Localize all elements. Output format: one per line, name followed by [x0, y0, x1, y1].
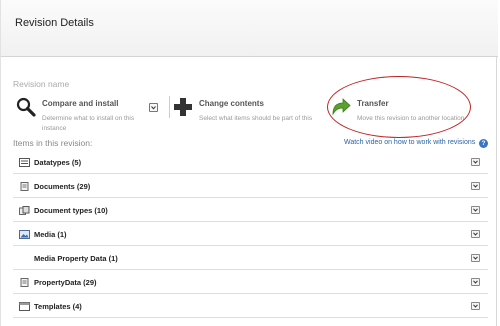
page-title: Revision Details [15, 17, 94, 29]
list-item-templates[interactable]: Templates (4) [13, 294, 488, 318]
list-item-datatypes[interactable]: Datatypes (5) [13, 150, 488, 174]
list-item-document-types[interactable]: Document types (10) [13, 198, 488, 222]
expand-toggle[interactable] [471, 182, 480, 190]
help-icon[interactable]: ? [479, 139, 488, 148]
list-item-label: Datatypes (5) [34, 158, 82, 167]
chevron-down-icon [473, 280, 478, 284]
template-icon [19, 302, 30, 311]
action-divider [169, 96, 170, 118]
list-item-label: Media Property Data (1) [34, 254, 118, 263]
chevron-down-icon [473, 304, 478, 308]
list-item-media[interactable]: Media (1) [13, 222, 488, 246]
list-item-label: Document types (10) [34, 206, 108, 215]
expand-toggle[interactable] [471, 206, 480, 214]
expand-toggle[interactable] [471, 278, 480, 286]
datatype-icon [19, 158, 30, 167]
chevron-down-icon [473, 232, 478, 236]
action-description: Determine what to install on this instan… [42, 115, 135, 132]
list-item-label: PropertyData (29) [34, 278, 97, 287]
list-item-label: Media (1) [34, 230, 67, 239]
document-types-icon [19, 206, 30, 215]
expand-toggle[interactable] [471, 302, 480, 310]
expand-toggle[interactable] [471, 254, 480, 262]
list-item-documents[interactable]: Documents (29) [13, 174, 488, 198]
plus-icon [174, 98, 192, 116]
list-item-label: Templates (4) [34, 302, 82, 311]
panel-header: Revision Details [1, 0, 498, 57]
magnifier-icon [16, 97, 36, 117]
watch-video-link[interactable]: Watch video on how to work with revision… [344, 139, 475, 146]
action-title: Change contents [199, 99, 264, 108]
expand-toggle[interactable] [471, 230, 480, 238]
revision-name-label: Revision name [13, 79, 70, 89]
list-item-label: Documents (29) [34, 182, 91, 191]
chevron-down-icon [473, 208, 478, 212]
chevron-down-icon [473, 256, 478, 260]
action-title: Compare and install [42, 99, 119, 108]
compare-options-dropdown[interactable] [149, 103, 158, 112]
document-icon [20, 182, 29, 191]
items-section-title: Items in this revision: [13, 138, 93, 148]
transfer-highlight-annotation [327, 76, 471, 138]
property-data-icon [20, 278, 29, 287]
chevron-down-icon [473, 184, 478, 188]
media-icon [19, 230, 30, 239]
revision-details-panel: Revision Details Revision name Compare a… [0, 0, 498, 326]
expand-toggle[interactable] [471, 158, 480, 166]
list-item-media-property-data[interactable]: Media Property Data (1) [13, 246, 488, 270]
chevron-down-icon [473, 160, 478, 164]
action-description: Select what items should be part of this [199, 115, 313, 122]
list-item-property-data[interactable]: PropertyData (29) [13, 270, 488, 294]
chevron-down-icon [151, 106, 156, 110]
